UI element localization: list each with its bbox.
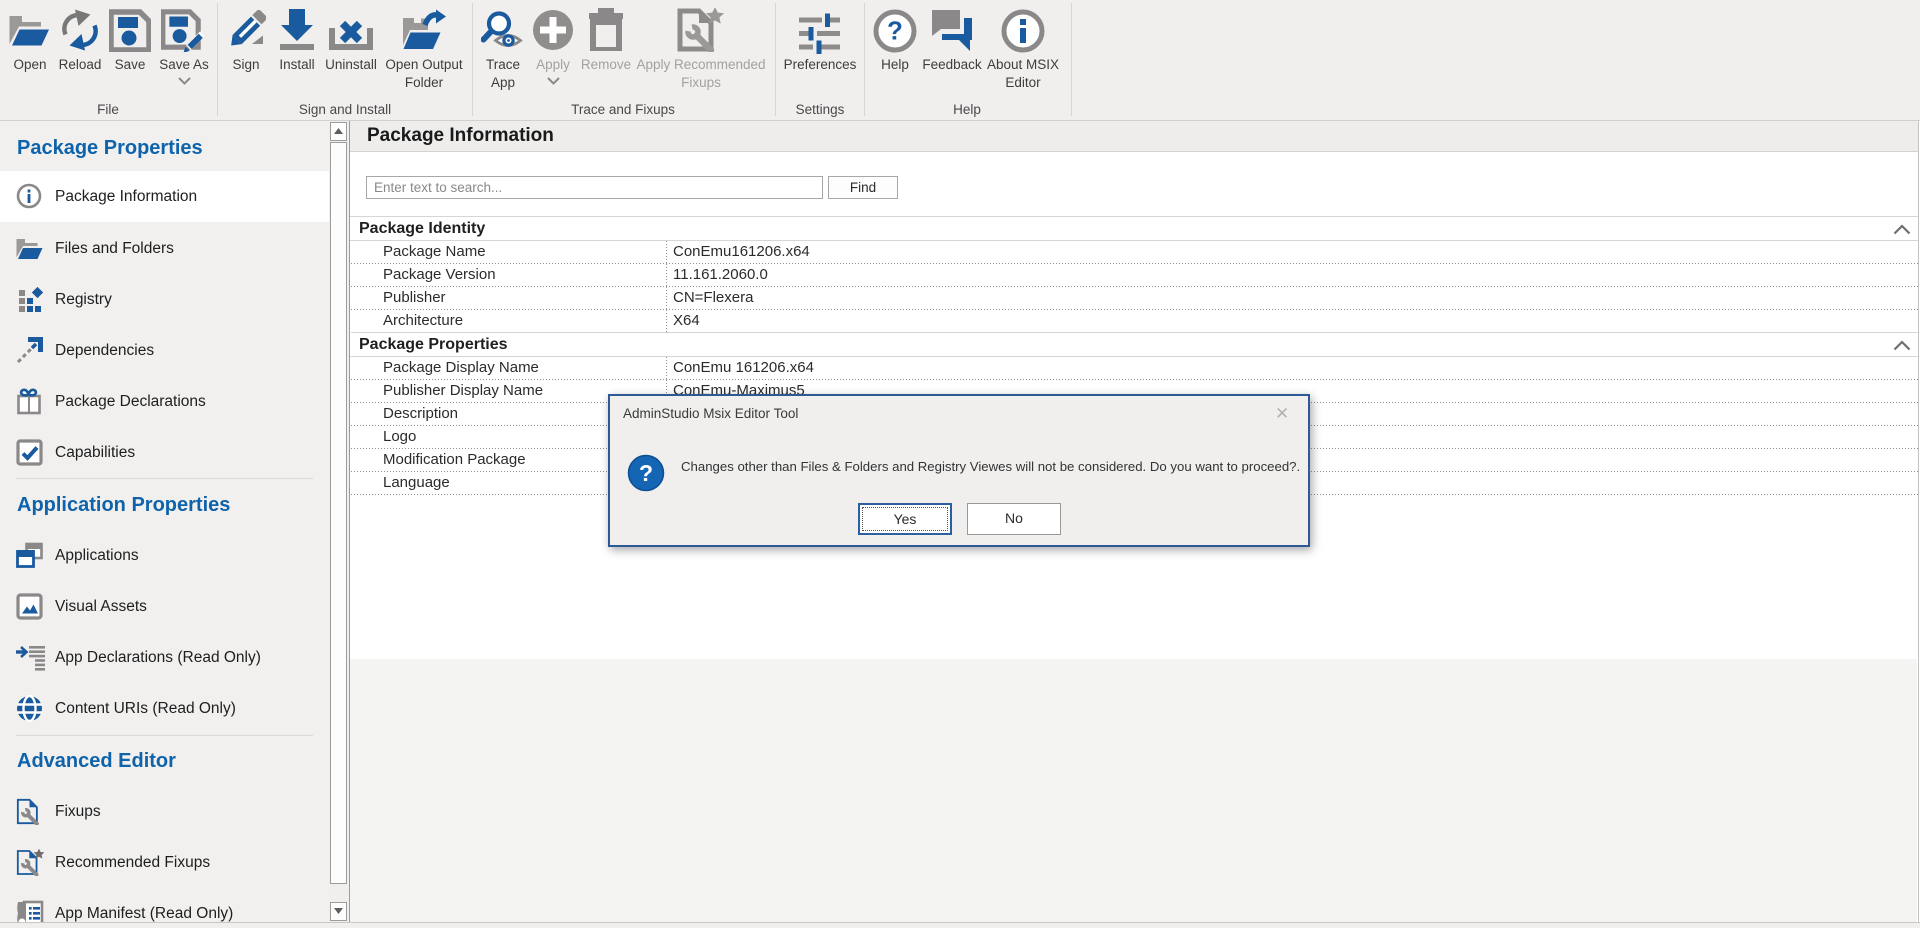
- svg-text:?: ?: [887, 16, 903, 46]
- svg-text:?: ?: [639, 460, 653, 486]
